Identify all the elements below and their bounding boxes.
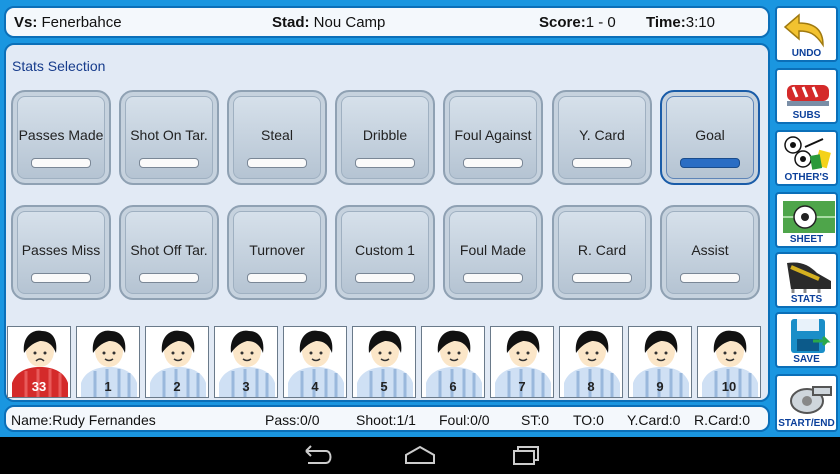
player-card-10[interactable]: 10 (697, 326, 761, 398)
substitution-icon (787, 85, 829, 106)
stat-indicator-bar (31, 158, 91, 168)
stat-indicator-bar (680, 158, 740, 168)
back-icon[interactable] (296, 443, 336, 467)
stat-button-r-card[interactable]: R. Card (552, 205, 652, 300)
others-button[interactable]: OTHER'S (775, 130, 838, 186)
stat-button-label: Turnover (249, 242, 305, 258)
boot-icon (787, 262, 831, 293)
player-number: 5 (380, 379, 388, 394)
stat-indicator-bar (355, 273, 415, 283)
player-number: 1 (104, 379, 112, 394)
stat-button-label: Foul Against (454, 127, 532, 143)
player-card-7[interactable]: 7 (490, 326, 554, 398)
player-number: 6 (449, 379, 457, 394)
start-end-button[interactable]: START/END (775, 374, 838, 432)
stat-indicator-bar (139, 273, 199, 283)
recent-apps-icon[interactable] (506, 443, 546, 467)
stat-button-label: Dribble (362, 127, 408, 143)
stat-button-label: Y. Card (579, 127, 625, 143)
player-card-8[interactable]: 8 (559, 326, 623, 398)
stat-indicator-bar (463, 273, 523, 283)
stat-button-label: Assist (691, 242, 729, 258)
undo-button[interactable]: UNDO (775, 6, 838, 62)
score-info: Score:1 - 0 (539, 14, 616, 31)
stat-button-label: Custom 1 (355, 242, 415, 258)
rcard-stat: R.Card:0 (694, 412, 751, 428)
stat-button-shot-on-tar[interactable]: Shot On Tar. (119, 90, 219, 185)
stat-button-custom-1[interactable]: Custom 1 (335, 205, 435, 300)
opponent-info: Vs: Fenerbahce (14, 14, 122, 31)
stat-button-y-card[interactable]: Y. Card (552, 90, 652, 185)
player-card-9[interactable]: 9 (628, 326, 692, 398)
save-button[interactable]: SAVE (775, 312, 838, 368)
stat-button-turnover[interactable]: Turnover (227, 205, 327, 300)
to-stat: TO:0 (573, 412, 604, 428)
player-number: 3 (242, 379, 250, 394)
shoot-stat: Shoot:1/1 (356, 412, 416, 428)
player-card-4[interactable]: 4 (283, 326, 347, 398)
player-number: 10 (721, 379, 737, 394)
player-number: 2 (173, 379, 181, 394)
st-stat: ST:0 (521, 412, 550, 428)
stat-button-foul-made[interactable]: Foul Made (443, 205, 543, 300)
pass-stat: Pass:0/0 (265, 412, 320, 428)
stat-button-passes-made[interactable]: Passes Made (11, 90, 111, 185)
stadium-info: Stad: Nou Camp (272, 14, 386, 31)
stat-button-dribble[interactable]: Dribble (335, 90, 435, 185)
whistle-icon (790, 386, 832, 414)
stat-button-label: Goal (695, 127, 725, 143)
player-card-1[interactable]: 1 (76, 326, 140, 398)
stats-button[interactable]: STATS (775, 252, 838, 308)
stat-button-label: Passes Miss (21, 242, 101, 258)
stat-button-assist[interactable]: Assist (660, 205, 760, 300)
stat-indicator-bar (572, 273, 632, 283)
player-card-3[interactable]: 3 (214, 326, 278, 398)
stat-indicator-bar (463, 158, 523, 168)
others-icon (784, 136, 831, 170)
stat-indicator-bar (31, 273, 91, 283)
sheet-button[interactable]: SHEET (775, 192, 838, 248)
stat-indicator-bar (680, 273, 740, 283)
match-header: Vs: Fenerbahce Stad: Nou Camp Score:1 - … (4, 6, 770, 38)
ycard-stat: Y.Card:0 (627, 412, 681, 428)
stat-button-shot-off-tar[interactable]: Shot Off Tar. (119, 205, 219, 300)
stat-button-label: Shot Off Tar. (130, 242, 208, 258)
stat-button-label: Steal (261, 127, 293, 143)
stat-button-goal[interactable]: Goal (660, 90, 760, 185)
player-card-6[interactable]: 6 (421, 326, 485, 398)
player-number: 9 (656, 379, 664, 394)
panel-title: Stats Selection (12, 58, 106, 74)
player-number: 4 (311, 379, 319, 394)
system-nav-bar (0, 437, 840, 474)
time-info: Time:3:10 (646, 14, 715, 31)
stat-indicator-bar (355, 158, 415, 168)
player-card-33[interactable]: 33 (7, 326, 71, 398)
stat-button-steal[interactable]: Steal (227, 90, 327, 185)
stats-panel: Stats Selection Passes Made Shot On Tar. S… (4, 43, 770, 402)
player-number: 7 (518, 379, 526, 394)
subs-button[interactable]: SUBS (775, 68, 838, 124)
player-card-5[interactable]: 5 (352, 326, 416, 398)
floppy-disk-icon (791, 319, 831, 353)
stat-indicator-bar (572, 158, 632, 168)
player-number: 8 (587, 379, 595, 394)
stat-button-label: Passes Made (18, 127, 104, 143)
player-status-bar: Name:Rudy Fernandes Pass:0/0 Shoot:1/1 F… (4, 405, 770, 432)
stat-button-passes-miss[interactable]: Passes Miss (11, 205, 111, 300)
player-number: 33 (31, 379, 47, 394)
undo-icon (783, 13, 824, 48)
soccer-field-icon (783, 201, 835, 233)
player-card-2[interactable]: 2 (145, 326, 209, 398)
home-icon[interactable] (400, 443, 440, 467)
stat-indicator-bar (247, 158, 307, 168)
stat-button-label: R. Card (577, 242, 627, 258)
stat-button-label: Shot On Tar. (130, 127, 208, 143)
stat-button-foul-against[interactable]: Foul Against (443, 90, 543, 185)
stat-button-label: Foul Made (459, 242, 527, 258)
foul-stat: Foul:0/0 (439, 412, 490, 428)
stat-indicator-bar (247, 273, 307, 283)
stat-indicator-bar (139, 158, 199, 168)
player-name: Name:Rudy Fernandes (11, 412, 156, 428)
